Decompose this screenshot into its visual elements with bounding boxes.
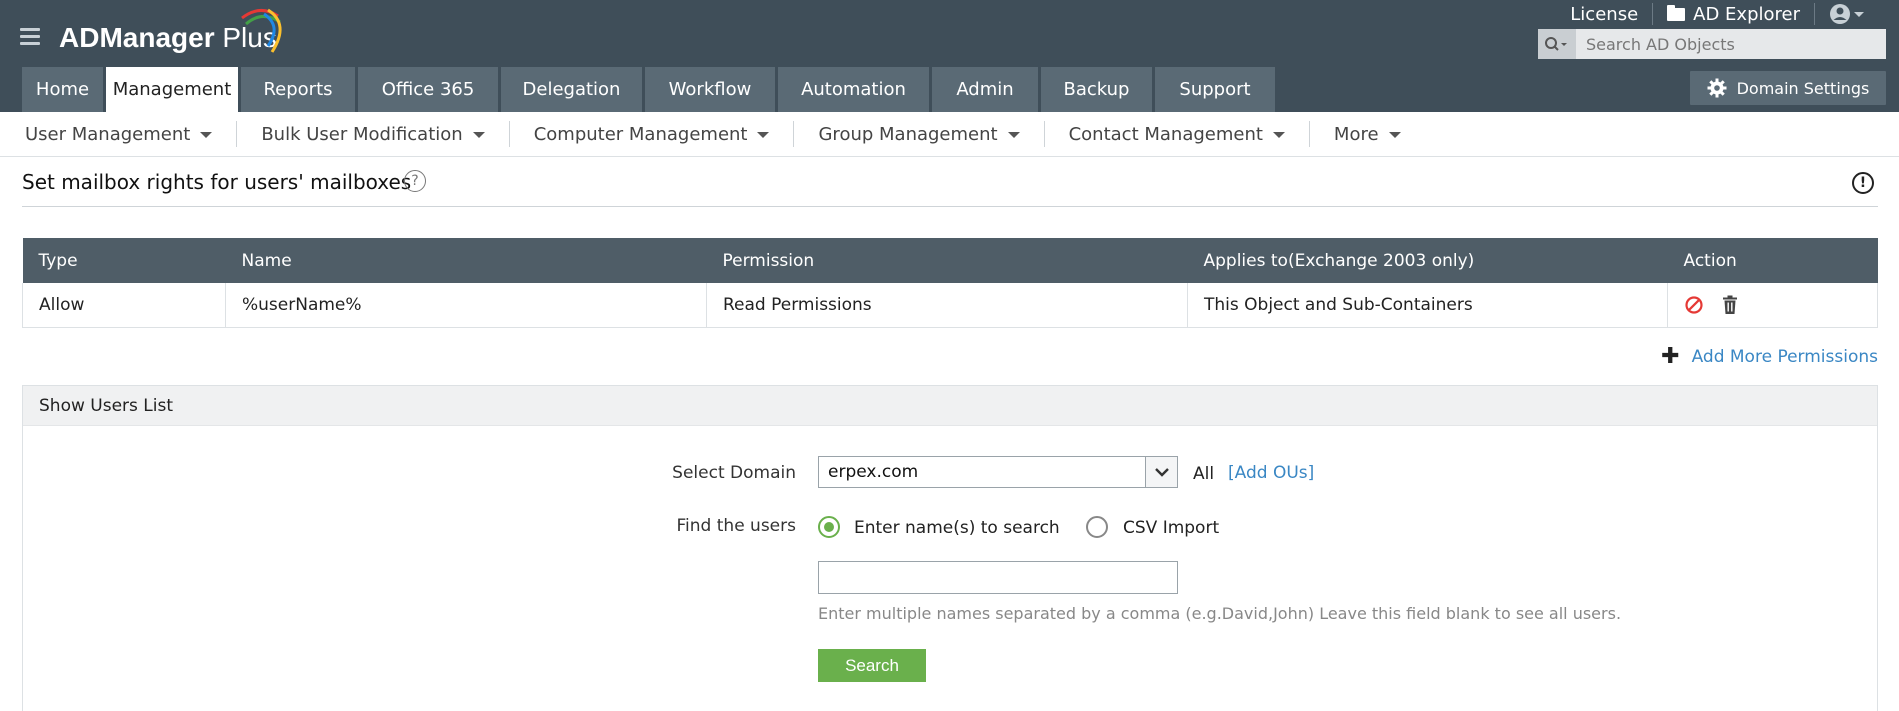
subnav-label: User Management [25,123,191,145]
table-header-row: Type Name Permission Applies to(Exchange… [22,238,1878,283]
subnav-label: Contact Management [1068,123,1263,145]
domain-select-toggle[interactable] [1145,457,1177,487]
column-header-type: Type [22,238,226,283]
chevron-down-icon [757,132,770,138]
find-users-label: Find the users [676,516,796,536]
column-header-action: Action [1667,238,1878,283]
domain-settings-button[interactable]: Domain Settings [1690,71,1886,105]
page-title: Set mailbox rights for users' mailboxes [22,170,412,194]
radio-enter-names[interactable] [818,516,840,538]
top-links: License AD Explorer [1556,2,1879,26]
help-icon[interactable]: ? [404,170,426,192]
tab-home[interactable]: Home [22,67,103,112]
row-actions [1684,283,1877,327]
subnav-label: Computer Management [533,123,748,145]
ad-explorer-link[interactable]: AD Explorer [1653,4,1814,25]
hamburger-menu-icon[interactable] [20,28,40,46]
user-menu-button[interactable] [1815,2,1879,26]
show-users-panel: Show Users List [22,385,1878,711]
chevron-down-icon [472,132,485,138]
search-input[interactable] [1576,29,1886,59]
gear-icon [1707,78,1727,98]
ad-explorer-label: AD Explorer [1693,3,1800,25]
search-button[interactable]: Search [818,649,926,682]
tab-workflow[interactable]: Workflow [645,67,775,112]
cell-permission: Read Permissions [706,283,1188,328]
tab-automation[interactable]: Automation [778,67,929,112]
cell-action [1667,283,1878,328]
user-avatar-icon [1830,4,1864,24]
subnav-user-management[interactable]: User Management [0,124,236,145]
select-domain-label: Select Domain [672,463,796,483]
cell-name: %userName% [225,283,707,328]
domain-select[interactable]: erpex.com [818,456,1178,488]
license-link[interactable]: License [1556,4,1652,25]
subnav-label: Bulk User Modification [261,123,463,145]
trash-icon[interactable] [1722,295,1738,315]
user-names-input[interactable] [818,561,1178,594]
logo-text-bold: ADManager [59,22,215,53]
plus-icon: ✚ [1661,344,1680,369]
sub-navigation: User Management Bulk User Modification C… [0,112,1899,157]
column-header-name: Name [225,238,707,283]
domain-select-value: erpex.com [828,462,919,482]
logo-arc-icon [241,8,282,53]
radio-csv-import[interactable] [1086,516,1108,538]
column-header-permission: Permission [706,238,1188,283]
table-row: Allow %userName% Read Permissions This O… [22,283,1878,328]
cell-applies-to: This Object and Sub-Containers [1187,283,1668,328]
radio-enter-names-label[interactable]: Enter name(s) to search [854,518,1060,538]
chevron-down-icon [1388,132,1401,138]
cell-type: Allow [22,283,226,328]
tab-management[interactable]: Management [106,67,238,112]
add-ous-link[interactable]: [Add OUs] [1228,463,1314,483]
domain-settings-label: Domain Settings [1736,78,1870,98]
add-more-permissions-link[interactable]: ✚ Add More Permissions [1661,346,1878,368]
chevron-down-icon [1154,468,1169,477]
add-more-permissions-label: Add More Permissions [1691,347,1878,367]
divider [22,206,1878,207]
radio-csv-import-label[interactable]: CSV Import [1123,518,1219,538]
subnav-label: More [1333,123,1379,145]
chevron-down-icon [1272,132,1285,138]
search-icon [1545,37,1567,51]
chevron-down-icon [1007,132,1020,138]
subnav-bulk-user-modification[interactable]: Bulk User Modification [237,124,508,145]
tab-backup[interactable]: Backup [1041,67,1152,112]
search-options-button[interactable] [1538,29,1576,59]
tab-delegation[interactable]: Delegation [501,67,642,112]
folder-icon [1667,4,1686,21]
main-tabs: Home Management Reports Office 365 Deleg… [22,67,1278,112]
app-header: ADManager Plus License AD Explorer Searc… [0,0,1899,112]
panel-title: Show Users List [23,386,1877,426]
subnav-more[interactable]: More [1310,124,1425,145]
permissions-table: Type Name Permission Applies to(Exchange… [22,238,1878,328]
tab-admin[interactable]: Admin [932,67,1038,112]
license-label: License [1570,3,1639,25]
ad-objects-search [1538,29,1886,59]
info-icon[interactable]: ! [1852,172,1874,194]
subnav-computer-management[interactable]: Computer Management [510,124,794,145]
chevron-down-icon [200,132,213,138]
tab-reports[interactable]: Reports [241,67,355,112]
column-header-applies-to: Applies to(Exchange 2003 only) [1187,238,1668,283]
disable-permission-icon[interactable] [1684,295,1704,315]
subnav-group-management[interactable]: Group Management [794,124,1043,145]
search-hint: Enter multiple names separated by a comm… [818,604,1622,623]
tab-office-365[interactable]: Office 365 [358,67,498,112]
ou-scope-all: All [1193,464,1215,484]
subnav-contact-management[interactable]: Contact Management [1045,124,1309,145]
tab-support[interactable]: Support [1155,67,1275,112]
subnav-label: Group Management [818,123,998,145]
